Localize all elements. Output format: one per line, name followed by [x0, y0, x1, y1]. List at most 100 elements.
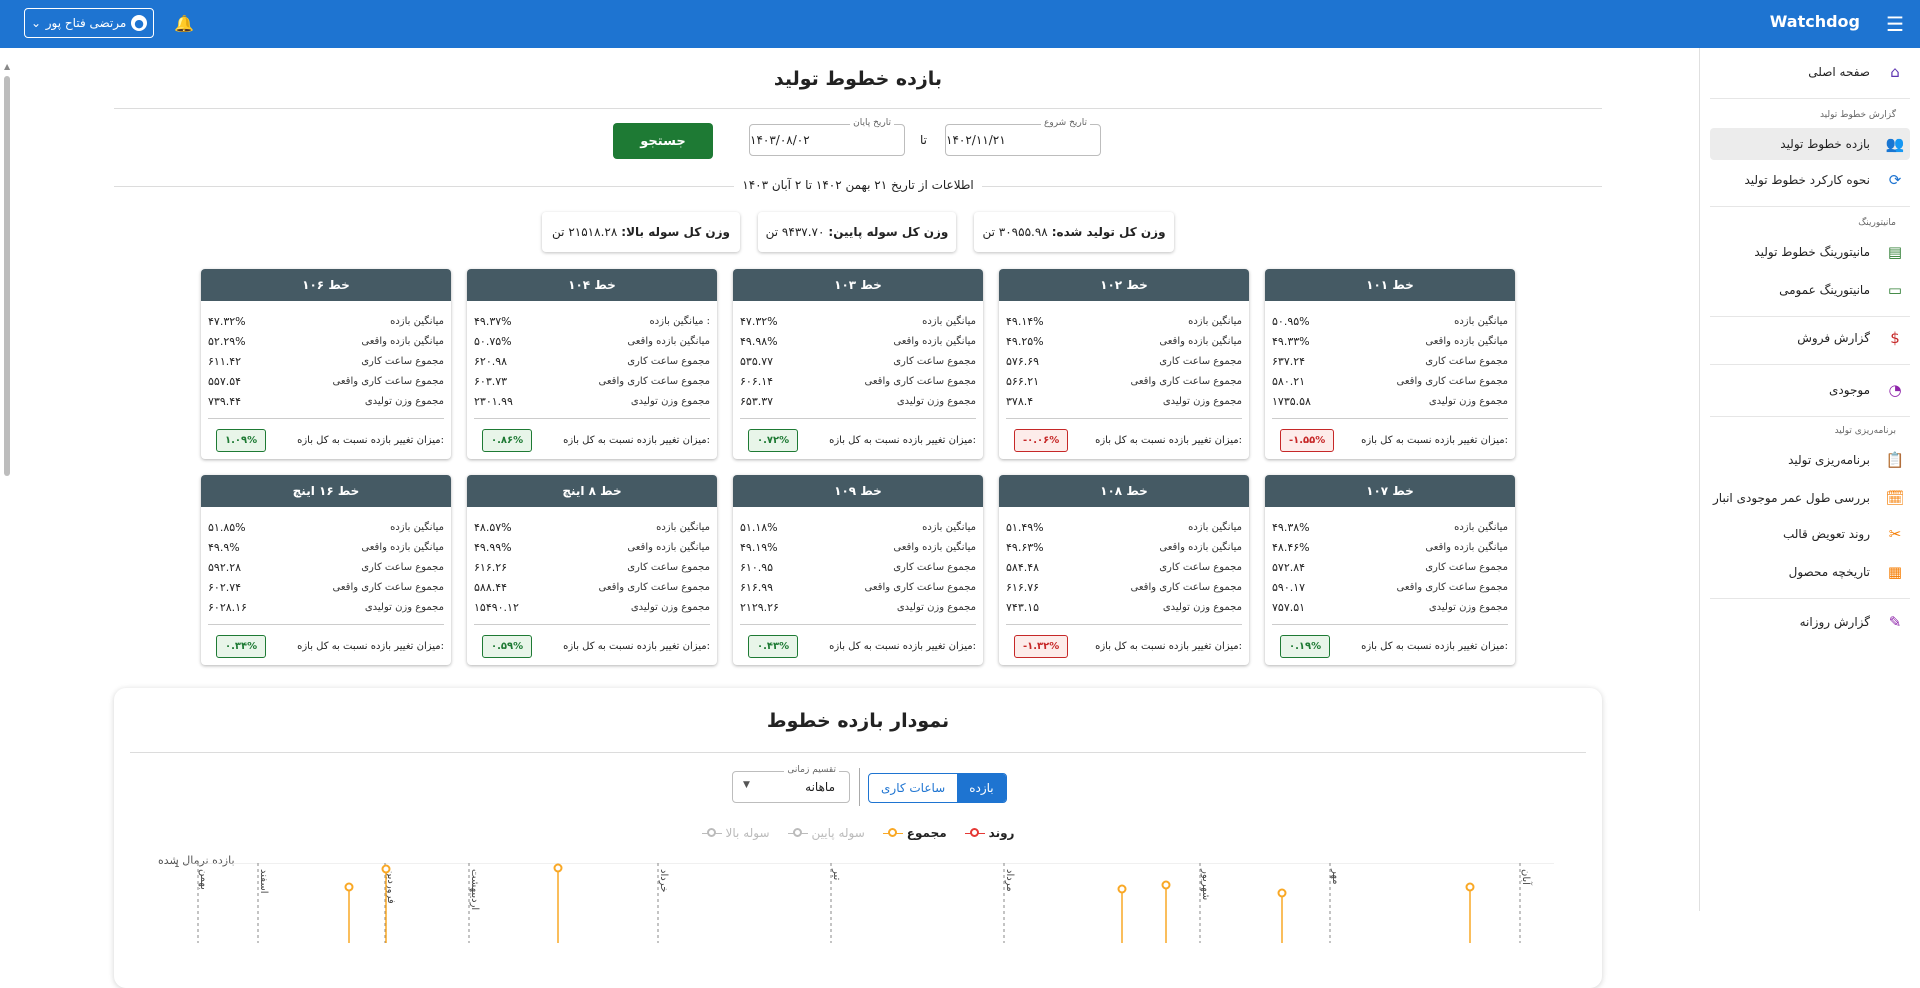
metric-label: مجموع وزن تولیدی	[1428, 601, 1508, 613]
sidebar-item-home[interactable]: ⌂ صفحه اصلی	[1710, 56, 1910, 88]
metric-row: مجموع وزن تولیدی ۱۷۳۵.۵۸	[1272, 391, 1508, 411]
legend-item-high-hall[interactable]: سوله بالا	[701, 826, 770, 840]
line-card: خط ۱۰۸ میانگین بازده ۵۱.۴۹% میانگین بازده و…	[999, 475, 1249, 665]
divider	[114, 108, 1602, 109]
metric-label: میانگین بازده واقعی	[1425, 541, 1508, 553]
metric-value: ۶۱۰.۹۵	[740, 560, 774, 574]
sidebar-item-line-yield[interactable]: 👥 بازده خطوط تولید	[1710, 128, 1910, 160]
data-point[interactable]	[1277, 888, 1287, 898]
metric-label: میانگین بازده	[922, 315, 976, 327]
sidebar-item-monitor-general[interactable]: ▭ مانیتورینگ عمومی	[1710, 274, 1910, 306]
change-row: میزان تغییر بازده نسبت به کل بازه: ۰.۸۶%	[474, 426, 710, 454]
menu-icon[interactable]: ☰	[1886, 14, 1904, 34]
month-label: خرداد	[658, 869, 669, 892]
metric-value: ۴۹.۱۴%	[1006, 314, 1044, 328]
metric-label: مجموع ساعت کاری	[361, 561, 444, 573]
metric-row: میانگین بازده ۴۸.۵۷%	[474, 517, 710, 537]
line-card: خط ۱۰۱ میانگین بازده ۵۰.۹۵% میانگین بازده و…	[1265, 269, 1515, 459]
legend-marker-icon	[701, 827, 722, 839]
bell-icon[interactable]: 🔔	[174, 14, 194, 33]
line-card: خط ۱۰۴ میانگین بازده :۴۹.۳۷% میانگین بازده…	[467, 269, 717, 459]
change-label: میزان تغییر بازده نسبت به کل بازه:	[297, 434, 444, 446]
metric-value: ۷۴۳.۱۵	[1006, 600, 1040, 614]
metric-value: ۴۷.۳۲%	[740, 314, 778, 328]
page-title: بازده خطوط تولید	[773, 68, 943, 90]
change-badge: ۰.۷۲%	[748, 428, 799, 452]
data-point[interactable]	[1117, 884, 1127, 894]
metric-row: مجموع ساعت کاری ۶۱۶.۲۶	[474, 557, 710, 577]
metric-row: مجموع وزن تولیدی ۷۴۳.۱۵	[1006, 597, 1242, 617]
sidebar-item-product-history[interactable]: ▦ تاریخچه محصول	[1710, 556, 1910, 588]
metric-label: مجموع وزن تولیدی	[630, 601, 710, 613]
month-label: شهریور	[1200, 868, 1211, 900]
metric-row: مجموع ساعت کاری واقعی ۶۰۶.۱۴	[740, 371, 976, 391]
user-menu-button[interactable]: ⌄ مرتضی فتاح پور ●	[24, 8, 154, 38]
line-card: خط ۱۶ اینچ میانگین بازده ۵۱.۸۵% میانگین باز…	[201, 475, 451, 665]
metric-label: مجموع ساعت کاری	[361, 355, 444, 367]
metric-row: مجموع ساعت کاری واقعی ۶۱۶.۹۹	[740, 577, 976, 597]
toggle-hours[interactable]: ساعات کاری	[869, 774, 957, 802]
metric-row: مجموع ساعت کاری ۵۷۶.۶۹	[1006, 351, 1242, 371]
metric-row: مجموع ساعت کاری ۵۹۲.۲۸	[208, 557, 444, 577]
sidebar-item-label: گزارش روزانه	[1799, 615, 1870, 629]
metric-row: مجموع ساعت کاری ۵۸۴.۴۸	[1006, 557, 1242, 577]
data-point[interactable]	[344, 882, 354, 892]
change-label: میزان تغییر بازده نسبت به کل بازه:	[829, 434, 976, 446]
metric-row: مجموع ساعت کاری واقعی ۶۰۲.۷۴	[208, 577, 444, 597]
toggle-yield[interactable]: بازده	[957, 774, 1006, 802]
metric-row: مجموع ساعت کاری واقعی ۵۹۰.۱۷	[1272, 577, 1508, 597]
sidebar-item-plan[interactable]: 📋 برنامه‌ریزی تولید	[1710, 444, 1910, 476]
start-date-field[interactable]: تاریخ شروع ۱۴۰۲/۱۱/۲۱	[945, 118, 1101, 156]
metric-value: ۴۹.۲۵%	[1006, 334, 1044, 348]
calendar-icon: ▦	[1887, 563, 1903, 581]
legend-item-total[interactable]: مجموع	[882, 826, 947, 840]
metric-row: مجموع ساعت کاری ۵۳۵.۷۷	[740, 351, 976, 371]
metric-value: ۶۰۶.۱۴	[740, 374, 774, 388]
change-label: میزان تغییر بازده نسبت به کل بازه:	[1361, 434, 1508, 446]
metric-value: ۵۹۲.۲۸	[208, 560, 242, 574]
legend-item-low-hall[interactable]: سوله پایین	[787, 826, 865, 840]
metric-value: ۶۱۱.۴۲	[208, 354, 242, 368]
data-point[interactable]	[1465, 882, 1475, 892]
metric-label: مجموع ساعت کاری واقعی	[1396, 581, 1508, 593]
data-point[interactable]	[1161, 880, 1171, 890]
metric-row: مجموع ساعت کاری ۵۷۲.۸۴	[1272, 557, 1508, 577]
sidebar-item-storage-age[interactable]: 🗓 بررسی طول عمر موجودی انبار	[1710, 482, 1910, 514]
sidebar-item-monitor-lines[interactable]: ▤ مانیتورینگ خطوط تولید	[1710, 236, 1910, 268]
legend-marker-icon	[787, 827, 808, 839]
sidebar-item-mold-change[interactable]: ✂ روند تعویض قالب	[1710, 518, 1910, 550]
metric-row: مجموع ساعت کاری ۶۳۷.۲۴	[1272, 351, 1508, 371]
metric-label: مجموع ساعت کاری	[627, 561, 710, 573]
metric-row: میانگین بازده واقعی ۴۹.۲۵%	[1006, 331, 1242, 351]
metric-value: ۷۵۷.۵۱	[1272, 600, 1306, 614]
metric-value: ۵۸۸.۴۴	[474, 580, 508, 594]
line-card-title: خط ۱۰۸	[999, 475, 1249, 507]
metric-label: مجموع ساعت کاری واقعی	[864, 375, 976, 387]
metric-row: میانگین بازده واقعی ۴۹.۹%	[208, 537, 444, 557]
metric-row: میانگین بازده واقعی ۴۹.۹۸%	[740, 331, 976, 351]
change-row: میزان تغییر بازده نسبت به کل بازه: ۰.۷۲%	[740, 426, 976, 454]
metric-value: ۶۲۰.۹۸	[474, 354, 508, 368]
metric-label: مجموع وزن تولیدی	[1162, 601, 1242, 613]
metric-value: ۶۰۲.۷۴	[208, 580, 242, 594]
metric-label: مجموع وزن تولیدی	[364, 395, 444, 407]
metric-label: میانگین بازده	[1188, 521, 1242, 533]
end-date-field[interactable]: تاریخ پایان ۱۴۰۳/۰۸/۰۲	[749, 118, 905, 156]
search-button[interactable]: جستجو	[613, 123, 713, 159]
legend-item-trend[interactable]: روند	[964, 826, 1014, 840]
section-label: برنامه‌ریزی تولید	[1834, 426, 1896, 436]
divider	[208, 624, 444, 625]
data-point[interactable]	[381, 864, 391, 874]
clipboard-icon: 📋	[1885, 451, 1905, 469]
period-select[interactable]: تقسیم زمانی ماهانه ▼	[732, 765, 850, 803]
line-card-title: خط ۸ اینچ	[467, 475, 717, 507]
metric-value: ۵۰.۷۵%	[474, 334, 512, 348]
data-point[interactable]	[553, 863, 563, 873]
metric-label: میانگین بازده	[656, 521, 710, 533]
sidebar-item-sales[interactable]: $ گزارش فروش	[1710, 322, 1910, 354]
total-weight-label: وزن کل تولید شده:	[1051, 225, 1166, 239]
sidebar-item-daily-report[interactable]: ✎ گزارش روزانه	[1710, 606, 1910, 638]
sidebar-item-line-work[interactable]: ⟳ نحوه کارکرد خطوط تولید	[1710, 164, 1910, 196]
sidebar-item-inventory[interactable]: ◔ موجودی	[1710, 374, 1910, 406]
metric-label: مجموع وزن تولیدی	[630, 395, 710, 407]
